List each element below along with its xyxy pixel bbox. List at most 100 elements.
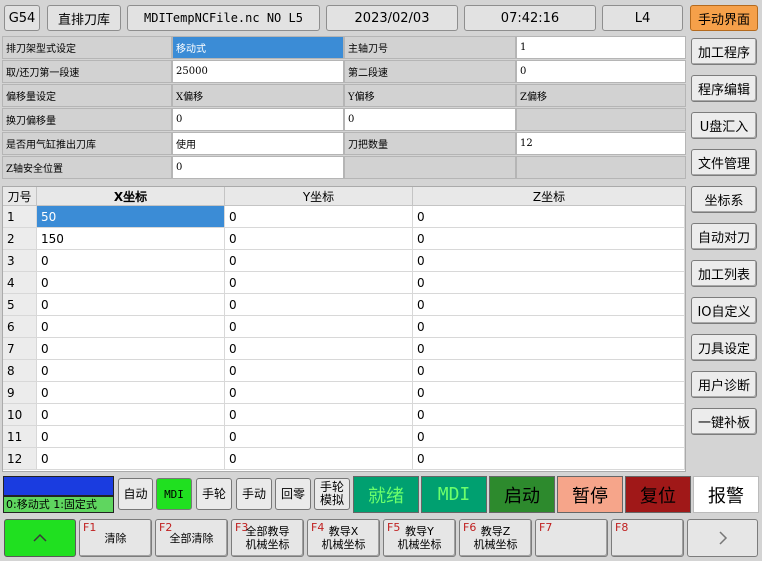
menu-machining-program[interactable]: 加工程序 xyxy=(691,38,757,65)
y-coord-cell[interactable]: 0 xyxy=(225,272,413,293)
mode-handwheel-button[interactable]: 手轮 xyxy=(196,478,232,510)
y-coord-cell[interactable]: 0 xyxy=(225,206,413,227)
f7-button[interactable]: F7 xyxy=(535,519,608,557)
menu-coordinate-system[interactable]: 坐标系 xyxy=(691,186,757,213)
x-coord-cell[interactable]: 0 xyxy=(37,250,225,271)
mode-mdi-button[interactable]: MDI xyxy=(156,478,192,510)
y-coord-cell[interactable]: 0 xyxy=(225,382,413,403)
param-label: 偏移量设定 xyxy=(2,84,172,107)
y-coord-cell[interactable]: 0 xyxy=(225,426,413,447)
y-coord-cell[interactable]: 0 xyxy=(225,250,413,271)
f8-button[interactable]: F8 xyxy=(611,519,684,557)
table-row[interactable]: 7000 xyxy=(3,338,685,360)
f4-teach-x-button[interactable]: F4 教导X 机械坐标 xyxy=(307,519,380,557)
reset-button[interactable]: 复位 xyxy=(625,476,691,513)
y-coord-cell[interactable]: 0 xyxy=(225,228,413,249)
table-row[interactable]: 4000 xyxy=(3,272,685,294)
table-row[interactable]: 2 150 0 0 xyxy=(3,228,685,250)
mode-home-button[interactable]: 回零 xyxy=(275,478,311,510)
x-coord-cell[interactable]: 0 xyxy=(37,338,225,359)
menu-program-edit[interactable]: 程序编辑 xyxy=(691,75,757,102)
f3-teach-all-button[interactable]: F3 全部教导 机械坐标 xyxy=(231,519,304,557)
z-coord-cell[interactable]: 0 xyxy=(413,426,685,447)
x-coord-cell[interactable]: 0 xyxy=(37,404,225,425)
x-coord-cell[interactable]: 0 xyxy=(37,294,225,315)
z-coord-cell[interactable]: 0 xyxy=(413,404,685,425)
menu-usb-import[interactable]: U盘汇入 xyxy=(691,112,757,139)
page-up-button[interactable] xyxy=(4,519,76,557)
mdi-state-display: MDI xyxy=(421,476,487,513)
tool-number-cell: 10 xyxy=(3,404,37,425)
y-coord-cell[interactable]: 0 xyxy=(225,294,413,315)
table-row[interactable]: 1 50 0 0 xyxy=(3,206,685,228)
alarm-indicator[interactable]: 报警 xyxy=(693,476,759,513)
z-coord-cell[interactable]: 0 xyxy=(413,448,685,469)
mode-handwheel-sim-button[interactable]: 手轮模拟 xyxy=(314,478,350,510)
f5-teach-y-button[interactable]: F5 教导Y 机械坐标 xyxy=(383,519,456,557)
z-coord-cell[interactable]: 0 xyxy=(413,316,685,337)
f2-clear-all-button[interactable]: F2 全部清除 xyxy=(155,519,228,557)
tool-number-cell: 3 xyxy=(3,250,37,271)
param-value-z-safe[interactable]: 0 xyxy=(172,156,344,179)
f1-clear-button[interactable]: F1 清除 xyxy=(79,519,152,557)
x-coord-cell[interactable]: 0 xyxy=(37,448,225,469)
mode-manual-button[interactable]: 手动 xyxy=(236,478,272,510)
x-coord-cell[interactable]: 150 xyxy=(37,228,225,249)
x-coord-cell[interactable]: 0 xyxy=(37,382,225,403)
x-coord-cell[interactable]: 50 xyxy=(37,206,225,227)
next-page-button[interactable] xyxy=(687,519,758,557)
param-label: 取/还刀第一段速 xyxy=(2,60,172,83)
y-coord-cell[interactable]: 0 xyxy=(225,338,413,359)
menu-user-diagnostics[interactable]: 用户诊断 xyxy=(691,371,757,398)
machine-state-display: 就绪 xyxy=(353,476,419,513)
start-button[interactable]: 启动 xyxy=(489,476,555,513)
table-row[interactable]: 8000 xyxy=(3,360,685,382)
menu-one-key-board[interactable]: 一键补板 xyxy=(691,408,757,435)
y-coord-cell[interactable]: 0 xyxy=(225,360,413,381)
y-coord-cell[interactable]: 0 xyxy=(225,448,413,469)
param-value-magazine-type[interactable]: 移动式 xyxy=(172,36,344,59)
param-value-spindle-tool[interactable]: 1 xyxy=(516,36,686,59)
table-row[interactable]: 3000 xyxy=(3,250,685,272)
menu-io-custom[interactable]: IO自定义 xyxy=(691,297,757,324)
f6-teach-z-button[interactable]: F6 教导Z 机械坐标 xyxy=(459,519,532,557)
col-header-z: Z坐标 xyxy=(413,187,685,206)
z-coord-cell[interactable]: 0 xyxy=(413,382,685,403)
fkey-label: 教导Y 机械坐标 xyxy=(397,525,442,551)
x-coord-cell[interactable]: 0 xyxy=(37,426,225,447)
z-coord-cell[interactable]: 0 xyxy=(413,360,685,381)
z-coord-cell[interactable]: 0 xyxy=(413,272,685,293)
menu-job-list[interactable]: 加工列表 xyxy=(691,260,757,287)
z-coord-cell[interactable]: 0 xyxy=(413,228,685,249)
z-coord-cell[interactable]: 0 xyxy=(413,338,685,359)
table-row[interactable]: 10 0 0 0 xyxy=(3,404,685,426)
param-value-y-offset[interactable]: 0 xyxy=(344,108,516,131)
param-value-cylinder-push[interactable]: 使用 xyxy=(172,132,344,155)
tool-number-cell: 6 xyxy=(3,316,37,337)
menu-tool-settings[interactable]: 刀具设定 xyxy=(691,334,757,361)
param-value-x-offset[interactable]: 0 xyxy=(172,108,344,131)
table-row[interactable]: 12 0 0 0 xyxy=(3,448,685,470)
fkey-label: 教导X 机械坐标 xyxy=(321,525,366,551)
y-coord-cell[interactable]: 0 xyxy=(225,316,413,337)
z-coord-cell[interactable]: 0 xyxy=(413,294,685,315)
pause-button[interactable]: 暂停 xyxy=(557,476,623,513)
x-coord-cell[interactable]: 0 xyxy=(37,272,225,293)
mode-auto-button[interactable]: 自动 xyxy=(118,478,153,510)
x-coord-cell[interactable]: 0 xyxy=(37,360,225,381)
menu-auto-tool-setting[interactable]: 自动对刀 xyxy=(691,223,757,250)
table-row[interactable]: 5000 xyxy=(3,294,685,316)
menu-file-manager[interactable]: 文件管理 xyxy=(691,149,757,176)
z-coord-cell[interactable]: 0 xyxy=(413,250,685,271)
table-row[interactable]: 6000 xyxy=(3,316,685,338)
y-coord-cell[interactable]: 0 xyxy=(225,404,413,425)
param-value-holder-count[interactable]: 12 xyxy=(516,132,686,155)
manual-mode-button[interactable]: 手动界面 xyxy=(690,5,758,31)
x-coord-cell[interactable]: 0 xyxy=(37,316,225,337)
param-value-z-offset xyxy=(516,108,686,131)
table-row[interactable]: 9000 xyxy=(3,382,685,404)
param-value-second-speed[interactable]: 0 xyxy=(516,60,686,83)
param-value-first-speed[interactable]: 25000 xyxy=(172,60,344,83)
table-row[interactable]: 11 0 0 0 xyxy=(3,426,685,448)
z-coord-cell[interactable]: 0 xyxy=(413,206,685,227)
